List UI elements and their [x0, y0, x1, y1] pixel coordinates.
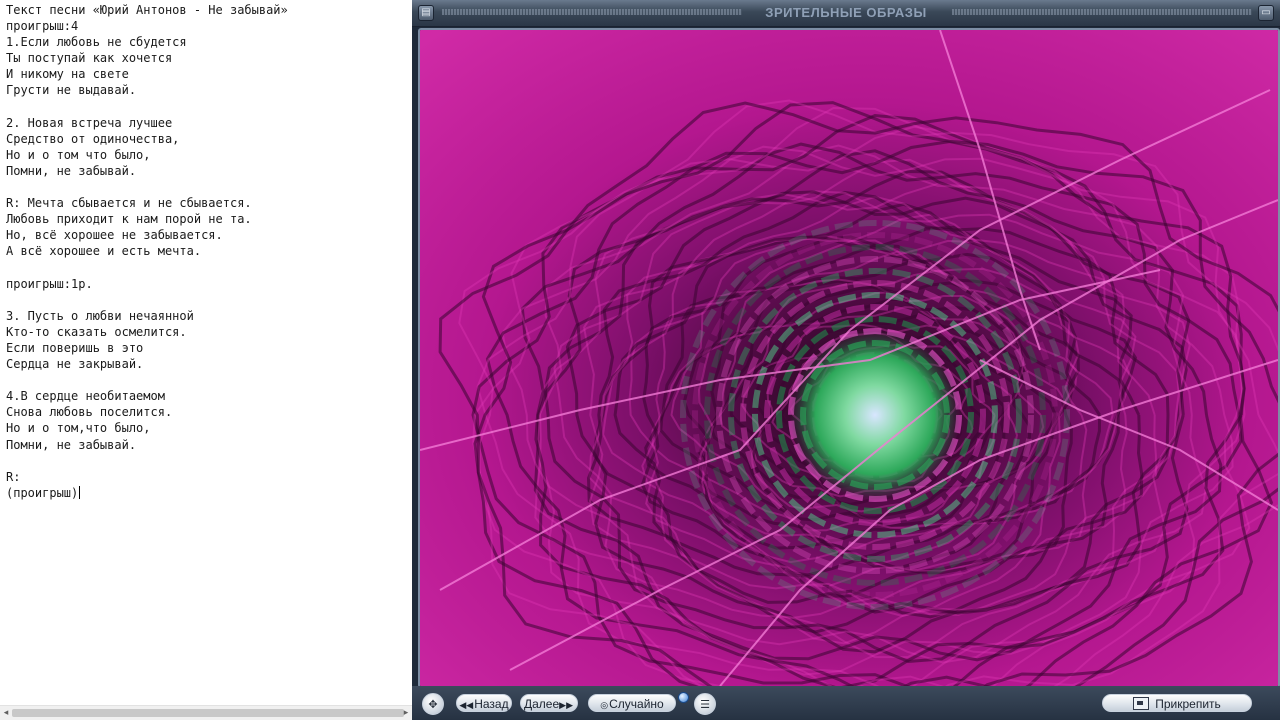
horizontal-scrollbar[interactable]: ◂ ▸	[0, 705, 412, 720]
random-indicator-icon	[678, 692, 689, 703]
list-icon[interactable]: ☰	[694, 693, 716, 715]
visualization-frame	[418, 28, 1280, 688]
text-editor[interactable]: Текст песни «Юрий Антонов - Не забывай» п…	[0, 0, 412, 720]
lyrics-line: 3. Пусть о любви нечаянной	[6, 308, 194, 323]
lyrics-line: проигрыш:4	[6, 19, 79, 34]
random-button[interactable]: ◎Случайно	[588, 694, 676, 712]
lyrics-text[interactable]: Текст песни «Юрий Антонов - Не забывай» п…	[6, 2, 288, 501]
control-bar: ✥ ◀◀Назад Далее▶▶ ◎Случайно ☰ Прикрепить	[412, 686, 1280, 720]
next-button[interactable]: Далее▶▶	[520, 694, 578, 712]
visualization-window: ▤ ЗРИТЕЛЬНЫЕ ОБРАЗЫ ▭ ✥ ◀◀Назад Далее▶▶ …	[412, 0, 1280, 720]
lyrics-line: 2. Новая встреча лучшее	[6, 115, 173, 130]
lyrics-line: Сердца не закрывай.	[6, 357, 144, 372]
lyrics-line: Если поверишь в это	[6, 340, 144, 355]
lyrics-line	[6, 372, 288, 388]
lyrics-line	[6, 292, 288, 308]
attach-button[interactable]: Прикрепить	[1102, 694, 1252, 712]
lyrics-line: А всё хорошее и есть мечта.	[6, 244, 202, 259]
lyrics-line: Но и о том,что было,	[6, 421, 151, 436]
lyrics-line: Грусти не выдавай.	[6, 83, 137, 98]
lyrics-line: Помни, не забывай.	[6, 437, 137, 452]
lyrics-line: И никому на свете	[6, 67, 129, 82]
lyrics-line: Текст песни «Юрий Антонов - Не забывай»	[6, 3, 288, 17]
lyrics-line	[6, 179, 288, 195]
lyrics-line: (проигрыш)	[6, 485, 81, 500]
scroll-right-icon[interactable]: ▸	[401, 708, 411, 718]
scrollbar-thumb[interactable]	[12, 709, 404, 717]
lyrics-line: Но и о том что было,	[6, 147, 151, 162]
lyrics-line: Но, всё хорошее не забывается.	[6, 228, 223, 243]
lyrics-line: Средство от одиночества,	[6, 131, 180, 146]
lyrics-line: Кто-то сказать осмелится.	[6, 324, 187, 339]
lyrics-line: Снова любовь поселится.	[6, 405, 173, 420]
lyrics-line	[6, 260, 288, 276]
lyrics-line: R:	[6, 469, 21, 484]
lyrics-line: Ты поступай как хочется	[6, 51, 173, 66]
viz-tunnel-core	[790, 330, 960, 500]
title-grip	[952, 9, 1252, 15]
lyrics-line: R: Мечта сбывается и не сбывается.	[6, 196, 252, 211]
back-icon: ◀◀	[459, 700, 474, 710]
attach-icon	[1133, 697, 1150, 710]
visualization-canvas	[420, 30, 1278, 686]
lyrics-line	[6, 99, 288, 115]
lyrics-line: Любовь приходит к нам порой не та.	[6, 212, 252, 227]
lyrics-line: 1.Если любовь не сбудется	[6, 35, 187, 50]
next-icon: ▶▶	[559, 700, 573, 710]
back-button[interactable]: ◀◀Назад	[456, 694, 512, 712]
text-caret	[79, 485, 81, 499]
random-icon: ◎	[600, 700, 609, 710]
scroll-left-icon[interactable]: ◂	[1, 708, 11, 718]
lyrics-line: проигрыш:1р.	[6, 276, 93, 291]
title-bar[interactable]: ▤ ЗРИТЕЛЬНЫЕ ОБРАЗЫ ▭	[412, 0, 1280, 27]
lyrics-line	[6, 453, 288, 469]
lyrics-line: 4.В сердце необитаемом	[6, 389, 165, 404]
lyrics-line: Помни, не забывай.	[6, 163, 137, 178]
minimize-icon[interactable]: ▭	[1258, 5, 1274, 21]
navigate-icon[interactable]: ✥	[422, 693, 444, 715]
